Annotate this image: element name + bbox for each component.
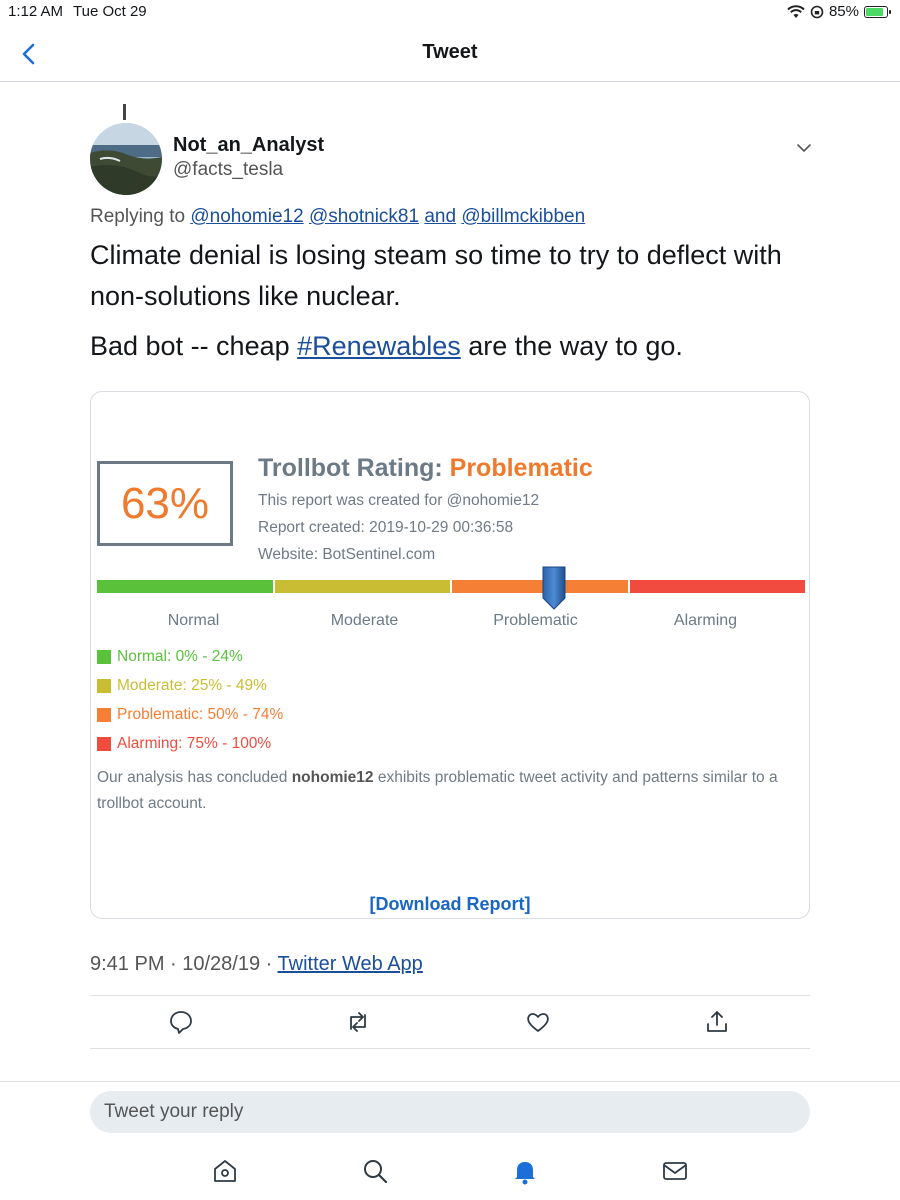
mention-link[interactable]: @shotnick81 [309, 206, 419, 227]
nav-bar: Tweet [0, 26, 900, 82]
analysis-text: Our analysis has concluded nohomie12 exh… [97, 765, 797, 817]
wifi-icon [787, 4, 805, 18]
page-title: Tweet [422, 41, 478, 63]
retweet-icon[interactable] [345, 1009, 371, 1035]
legend-alarming: Alarming: 75% - 100% [97, 735, 271, 753]
author-name[interactable]: Not_an_Analyst [173, 134, 324, 157]
legend-text: Alarming: 75% - 100% [117, 735, 272, 752]
legend-normal: Normal: 0% - 24% [97, 648, 243, 666]
report-created: Report created: 2019-10-29 00:36:58 [258, 519, 514, 536]
messages-icon[interactable] [661, 1157, 689, 1185]
timestamp-text: 9:41 PM · 10/28/19 · [90, 953, 278, 975]
battery-icon [864, 5, 891, 18]
analysis-user: nohomie12 [291, 769, 374, 786]
legend-swatch [97, 679, 111, 693]
legend-text: Normal: 0% - 24% [117, 648, 243, 665]
like-icon[interactable] [525, 1009, 551, 1035]
share-icon[interactable] [704, 1009, 730, 1035]
source-link[interactable]: Twitter Web App [278, 953, 423, 975]
rating-value: Problematic [449, 454, 593, 482]
score-value: 63% [120, 479, 210, 528]
reply-placeholder: Tweet your reply [104, 1101, 244, 1122]
hashtag-link[interactable]: #Renewables [297, 331, 461, 361]
scale-segment-problematic [452, 580, 628, 593]
status-indicators: 85% [787, 3, 891, 20]
rating-scale-bar [97, 580, 805, 593]
reply-input[interactable]: Tweet your reply [90, 1091, 810, 1133]
author-handle[interactable]: @facts_tesla [173, 159, 283, 181]
tweet-text-prefix: Bad bot -- cheap [90, 331, 298, 361]
legend-text: Moderate: 25% - 49% [117, 677, 267, 694]
legend-swatch [97, 708, 111, 722]
reply-icon[interactable] [168, 1009, 194, 1035]
battery-level [866, 7, 883, 16]
legend-swatch [97, 650, 111, 664]
rotation-lock-icon [810, 5, 824, 18]
notifications-icon[interactable] [511, 1157, 539, 1185]
scale-segment-alarming [629, 580, 805, 593]
action-bar [90, 995, 810, 1049]
scale-segment-normal [97, 580, 273, 593]
replying-to: Replying to @nohomie12 @shotnick81 and @… [90, 206, 585, 228]
download-report-link[interactable]: [Download Report] [91, 894, 809, 915]
scale-label-problematic: Problematic [493, 612, 578, 629]
score-box: 63% [97, 461, 233, 546]
legend-swatch [97, 737, 111, 751]
tweet-text-2: Bad bot -- cheap #Renewables are the way… [90, 326, 683, 367]
home-icon[interactable] [211, 1157, 239, 1185]
scale-label-alarming: Alarming [673, 612, 738, 629]
tweet-text: Climate denial is losing steam so time t… [90, 240, 782, 311]
scale-pointer-icon [542, 566, 566, 610]
scale-label-normal: Normal [167, 612, 220, 629]
rating-label: Trollbot Rating: [258, 454, 443, 482]
tweet-text-suffix: are the way to go. [460, 331, 683, 361]
mention-link[interactable]: @nohomie12 [190, 206, 303, 227]
chevron-down-icon[interactable] [794, 140, 814, 156]
replying-label: Replying to [90, 206, 186, 227]
mention-link[interactable]: @billmckibben [461, 206, 585, 227]
status-bar: 1:12 AM Tue Oct 29 85% [0, 0, 900, 26]
report-website: Website: BotSentinel.com [258, 546, 436, 563]
analysis-prefix: Our analysis has concluded [97, 769, 292, 786]
scale-label-moderate: Moderate [330, 612, 399, 629]
search-icon[interactable] [361, 1157, 389, 1185]
status-time: 1:12 AM [8, 3, 64, 20]
mention-and[interactable]: and [424, 206, 456, 227]
status-date: Tue Oct 29 [73, 3, 147, 20]
thread-line [123, 104, 126, 120]
legend-text: Problematic: 50% - 74% [117, 706, 284, 723]
scale-segment-moderate [274, 580, 450, 593]
legend-moderate: Moderate: 25% - 49% [97, 677, 267, 695]
avatar[interactable] [90, 123, 162, 195]
tweet-timestamp: 9:41 PM · 10/28/19 · Twitter Web App [90, 953, 423, 976]
report-for: This report was created for @nohomie12 [258, 492, 540, 509]
battery-percent: 85% [828, 3, 859, 20]
divider [0, 1081, 900, 1082]
legend-problematic: Problematic: 50% - 74% [97, 706, 283, 724]
rating-title: Trollbot Rating: Problematic [258, 454, 593, 483]
avatar-image [90, 123, 162, 195]
attached-image[interactable]: 63% Trollbot Rating: Problematic This re… [90, 391, 810, 919]
